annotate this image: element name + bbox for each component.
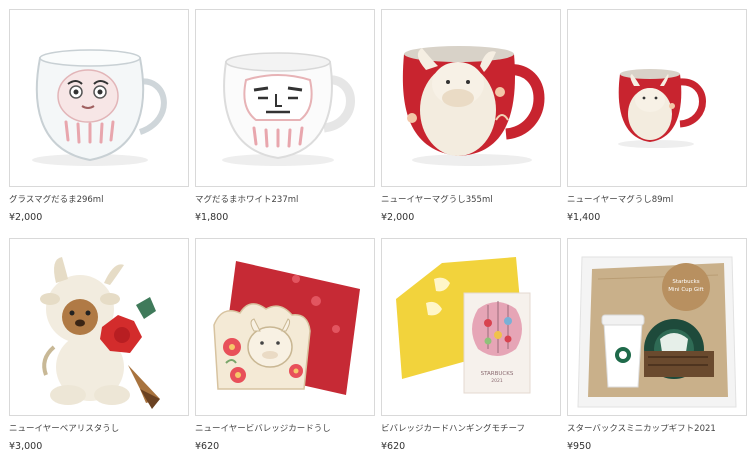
gift-label-line2: Mini Cup Gift [668,287,704,293]
card-year-text: 2021 [491,378,503,384]
product-name[interactable]: ビバレッジカードハンギングモチーフ [381,424,563,435]
product-name[interactable]: ニューイヤーマグうし89ml [567,195,749,206]
product-image-beverage-card-hanging[interactable]: STARBUCKS 2021 [381,238,561,416]
product-image-ox-mug-large[interactable] [381,9,561,187]
gift-label-line1: Starbucks [672,279,699,285]
product-image-ox-mug-small[interactable] [567,9,747,187]
product-name[interactable]: ニューイヤーベアリスタうし [9,424,191,435]
product-image-bearista-ox[interactable] [9,238,189,416]
product-price: ¥950 [567,441,592,452]
product-price: ¥620 [381,441,406,452]
product-name[interactable]: マグだるまホワイト237ml [195,195,377,206]
product-image-mini-cup-gift[interactable]: Starbucks Mini Cup Gift [567,238,747,416]
product-price: ¥3,000 [9,441,43,452]
product-name[interactable]: スターバックスミニカップギフト2021 [567,424,749,435]
product-price: ¥1,400 [567,212,601,223]
product-grid: グラスマグだるま296ml ¥2,000 マグだるまホワイト237ml ¥1,8… [0,0,750,463]
product-name[interactable]: グラスマグだるま296ml [9,195,191,206]
product-image-white-daruma-mug[interactable] [195,9,375,187]
product-price: ¥1,800 [195,212,229,223]
product-price: ¥620 [195,441,220,452]
product-image-beverage-card-ox[interactable] [195,238,375,416]
product-image-glass-daruma-mug[interactable] [9,9,189,187]
product-price: ¥2,000 [9,212,43,223]
product-name[interactable]: ニューイヤービバレッジカードうし [195,424,377,435]
product-name[interactable]: ニューイヤーマグうし355ml [381,195,563,206]
product-price: ¥2,000 [381,212,415,223]
card-brand-text: STARBUCKS [481,371,514,377]
